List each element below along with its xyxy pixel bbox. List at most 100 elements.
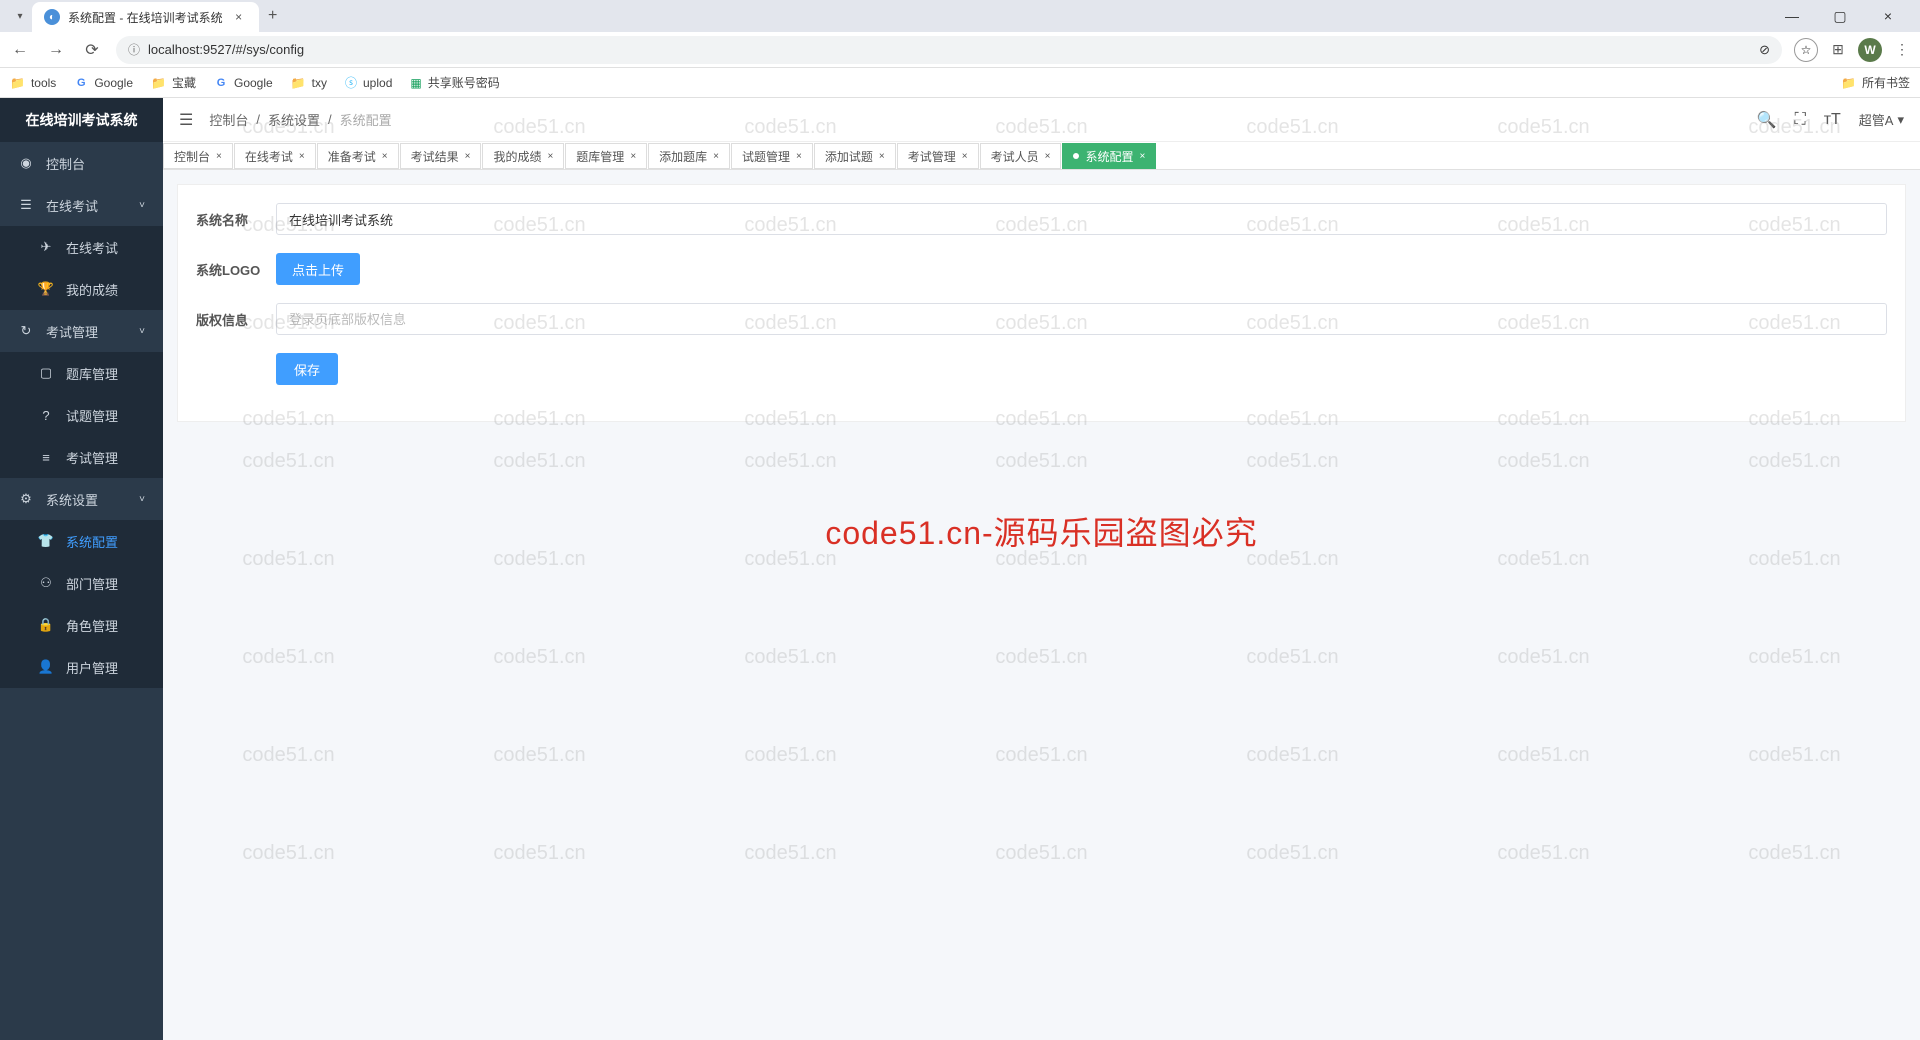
page-tab[interactable]: 考试结果 ×	[400, 143, 482, 169]
tab-close-icon[interactable]: ×	[465, 151, 471, 162]
link-icon[interactable]: ⊘	[1759, 42, 1770, 58]
back-icon[interactable]: ←	[8, 38, 32, 62]
page-tabs: 控制台×在线考试×准备考试×考试结果×我的成绩×题库管理×添加题库×试题管理×添…	[163, 142, 1920, 170]
menu-dots-icon[interactable]: ⋮	[1892, 40, 1912, 60]
sidebar-item[interactable]: 👤 用户管理	[0, 646, 163, 688]
fullscreen-icon[interactable]: ⛶	[1794, 111, 1805, 129]
minimize-icon[interactable]: —	[1778, 2, 1806, 30]
hamburger-icon[interactable]: ☰	[179, 110, 193, 130]
all-bookmarks[interactable]: 📁所有书签	[1841, 74, 1910, 91]
tab-close-icon[interactable]: ×	[879, 151, 885, 162]
menu-label: 我的成绩	[66, 280, 118, 299]
breadcrumb-item[interactable]: 系统设置	[268, 110, 320, 129]
tab-close-icon[interactable]: ×	[962, 151, 968, 162]
menu-icon: ↻	[18, 323, 34, 339]
tab-label: 考试人员	[991, 148, 1039, 165]
sidebar-item[interactable]: 🔒角色管理	[0, 604, 163, 646]
page-tab[interactable]: 添加试题 ×	[814, 143, 896, 169]
config-form: 系统名称 系统LOGO 点击上传 版权信息 保存	[177, 184, 1906, 422]
extensions-icon[interactable]: ⊞	[1828, 40, 1848, 60]
menu-icon: ☰	[18, 197, 34, 213]
menu-icon: 👤	[38, 659, 54, 675]
sidebar-item[interactable]: ↻考试管理˅	[0, 310, 163, 352]
reload-icon[interactable]: ⟳	[80, 38, 104, 62]
page-tab[interactable]: 考试人员 ×	[980, 143, 1062, 169]
search-icon[interactable]: 🔍	[1757, 110, 1777, 130]
bookmark-star-icon[interactable]: ☆	[1794, 38, 1818, 62]
menu-label: 角色管理	[66, 616, 118, 635]
profile-avatar[interactable]: W	[1858, 38, 1882, 62]
tab-label: 题库管理	[576, 148, 624, 165]
tab-close-icon[interactable]: ×	[713, 151, 719, 162]
page-tab[interactable]: 题库管理 ×	[565, 143, 647, 169]
menu-label: 考试管理	[46, 322, 98, 341]
chevron-down-icon: ˅	[139, 200, 145, 211]
font-size-icon[interactable]: ᴛT	[1824, 111, 1841, 129]
upload-button[interactable]: 点击上传	[276, 253, 360, 285]
favicon-icon: ◐	[44, 9, 60, 25]
sidebar-item[interactable]: ⚇部门管理	[0, 562, 163, 604]
save-button[interactable]: 保存	[276, 353, 338, 385]
sidebar-item[interactable]: 👕系统配置	[0, 520, 163, 562]
user-dropdown[interactable]: 超管A▾	[1859, 110, 1904, 129]
forward-icon[interactable]: →	[44, 38, 68, 62]
menu-label: 用户管理	[66, 658, 118, 677]
new-tab-button[interactable]: +	[259, 2, 287, 30]
sidebar-item[interactable]: 🏆我的成绩	[0, 268, 163, 310]
tab-close-icon[interactable]: ×	[796, 151, 802, 162]
menu-icon: ◉	[18, 155, 34, 171]
bookmark-item[interactable]: GGoogle	[214, 76, 273, 90]
site-info-icon[interactable]: ⓘ	[128, 41, 140, 58]
tab-close-icon[interactable]: ×	[382, 151, 388, 162]
copyright-input[interactable]	[276, 303, 1887, 335]
tab-close-icon[interactable]: ×	[547, 151, 553, 162]
tab-close-icon[interactable]: ×	[630, 151, 636, 162]
page-tab[interactable]: 考试管理×	[897, 143, 979, 169]
field-label-name: 系统名称	[196, 210, 276, 229]
sidebar-item[interactable]: ✈在线考试	[0, 226, 163, 268]
watermark-row: code51.cncode51.cncode51.cncode51.cncode…	[163, 646, 1920, 669]
tab-label: 系统配置	[1085, 148, 1133, 165]
tab-close-icon[interactable]: ×	[299, 151, 305, 162]
active-dot-icon	[1073, 153, 1079, 159]
page-tab[interactable]: 我的成绩 ×	[482, 143, 564, 169]
tab-close-icon[interactable]: ×	[216, 151, 222, 162]
bookmark-item[interactable]: 📁宝藏	[151, 74, 196, 91]
page-tab[interactable]: 系统配置 ×	[1062, 143, 1156, 169]
sidebar-item[interactable]: ◉控制台	[0, 142, 163, 184]
page-tab[interactable]: 准备考试×	[317, 143, 399, 169]
close-window-icon[interactable]: ×	[1874, 2, 1902, 30]
sidebar-item[interactable]: ▢题库管理	[0, 352, 163, 394]
tab-label: 添加试题	[825, 148, 873, 165]
sidebar-item[interactable]: ?试题管理	[0, 394, 163, 436]
bookmark-item[interactable]: ⓢuplod	[345, 74, 392, 91]
bookmark-item[interactable]: GGoogle	[74, 76, 133, 90]
sidebar-item[interactable]: ⚙系统设置˅	[0, 478, 163, 520]
address-bar[interactable]: ⓘ localhost:9527/#/sys/config ⊘	[116, 36, 1782, 64]
bookmark-item[interactable]: 📁txy	[291, 76, 327, 90]
topbar: ☰ 控制台/ 系统设置/ 系统配置 🔍 ⛶ ᴛT 超管A▾	[163, 98, 1920, 142]
menu-label: 考试管理	[66, 448, 118, 467]
bookmark-item[interactable]: ▦共享账号密码	[410, 74, 499, 91]
tab-close-icon[interactable]: ×	[1045, 151, 1051, 162]
system-name-input[interactable]	[276, 203, 1887, 235]
watermark-row: code51.cncode51.cncode51.cncode51.cncode…	[163, 548, 1920, 571]
watermark-row: code51.cncode51.cncode51.cncode51.cncode…	[163, 842, 1920, 865]
tab-label: 我的成绩	[493, 148, 541, 165]
tab-close-icon[interactable]: ×	[1139, 151, 1145, 162]
page-tab[interactable]: 在线考试×	[234, 143, 316, 169]
bookmark-item[interactable]: 📁tools	[10, 76, 56, 90]
menu-label: 系统设置	[46, 490, 98, 509]
breadcrumb-item[interactable]: 控制台	[209, 110, 248, 129]
page-tab[interactable]: 控制台×	[163, 143, 233, 169]
page-tab[interactable]: 添加题库×	[648, 143, 730, 169]
tab-label: 考试结果	[411, 148, 459, 165]
menu-label: 在线考试	[46, 196, 98, 215]
page-tab[interactable]: 试题管理×	[731, 143, 813, 169]
sidebar-item[interactable]: ≡考试管理	[0, 436, 163, 478]
tab-dropdown[interactable]: ▾	[8, 4, 32, 28]
browser-tab[interactable]: ◐ 系统配置 - 在线培训考试系统 ×	[32, 2, 259, 32]
maximize-icon[interactable]: ▢	[1826, 2, 1854, 30]
sidebar-item[interactable]: ☰ 在线考试 ˅	[0, 184, 163, 226]
tab-close-icon[interactable]: ×	[231, 9, 247, 25]
